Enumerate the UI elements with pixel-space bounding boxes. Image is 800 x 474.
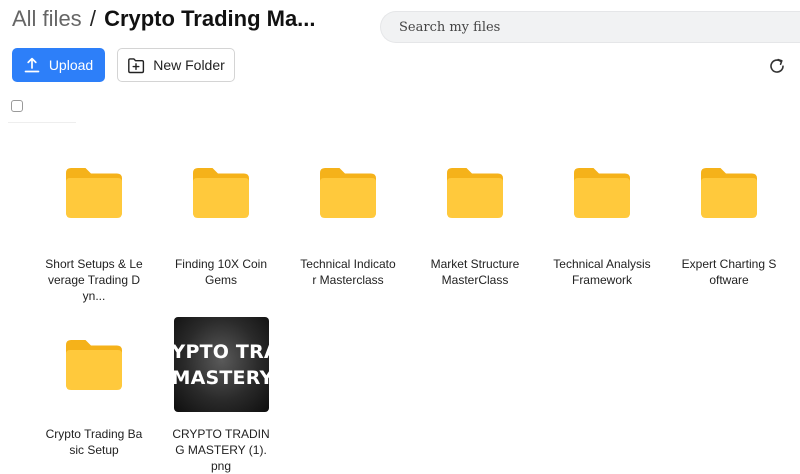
breadcrumb-root-link[interactable]: All files [12, 6, 82, 31]
folder-name: Technical Analysis Framework [553, 257, 651, 287]
folder-name: Technical Indicator Masterclass [300, 257, 396, 287]
breadcrumb: All files / Crypto Trading Ma... [12, 6, 316, 32]
folder-icon [574, 168, 630, 218]
search-bar [380, 11, 800, 43]
folder-item[interactable]: Expert Charting Software [674, 166, 784, 288]
file-item[interactable]: YPTO TRAD MASTERY CRYPTO TRADING MASTERY… [166, 317, 276, 474]
folder-item[interactable]: Crypto Trading Basic Setup [39, 338, 149, 458]
add-folder-icon [128, 57, 145, 73]
folder-icon [447, 168, 503, 218]
select-all-checkbox[interactable] [11, 100, 23, 112]
file-name: CRYPTO TRADING MASTERY (1).png [172, 427, 270, 473]
breadcrumb-current-folder: Crypto Trading Ma... [104, 6, 316, 31]
folder-name: Market Structure MasterClass [430, 257, 520, 287]
folder-icon [193, 168, 249, 218]
breadcrumb-separator: / [89, 6, 96, 31]
thumbnail-text: YPTO TRAD [173, 341, 269, 363]
new-folder-label: New Folder [153, 57, 225, 73]
thumbnail-text: MASTERY [173, 367, 269, 389]
folder-item[interactable]: Market Structure MasterClass [420, 166, 530, 288]
folder-name: Expert Charting Software [681, 257, 777, 287]
new-folder-button[interactable]: New Folder [117, 48, 235, 82]
folder-icon [66, 168, 122, 218]
upload-icon [24, 57, 40, 73]
folder-name: Short Setups & Leverage Trading Dyn... [45, 257, 143, 303]
folder-name: Finding 10X Coin Gems [174, 257, 268, 287]
search-input[interactable] [381, 12, 800, 42]
folder-item[interactable]: Technical Indicator Masterclass [293, 166, 403, 288]
folder-icon [701, 168, 757, 218]
divider [8, 122, 76, 123]
refresh-icon [770, 58, 784, 73]
folder-icon [320, 168, 376, 218]
folder-icon [66, 340, 122, 390]
folder-item[interactable]: Technical Analysis Framework [547, 166, 657, 288]
folder-name: Crypto Trading Basic Setup [45, 427, 143, 457]
folder-item[interactable]: Finding 10X Coin Gems [166, 166, 276, 288]
refresh-button[interactable] [766, 55, 788, 77]
upload-button[interactable]: Upload [12, 48, 105, 82]
image-thumbnail: YPTO TRAD MASTERY [173, 317, 269, 412]
folder-item[interactable]: Short Setups & Leverage Trading Dyn... [39, 166, 149, 304]
upload-label: Upload [48, 57, 94, 73]
